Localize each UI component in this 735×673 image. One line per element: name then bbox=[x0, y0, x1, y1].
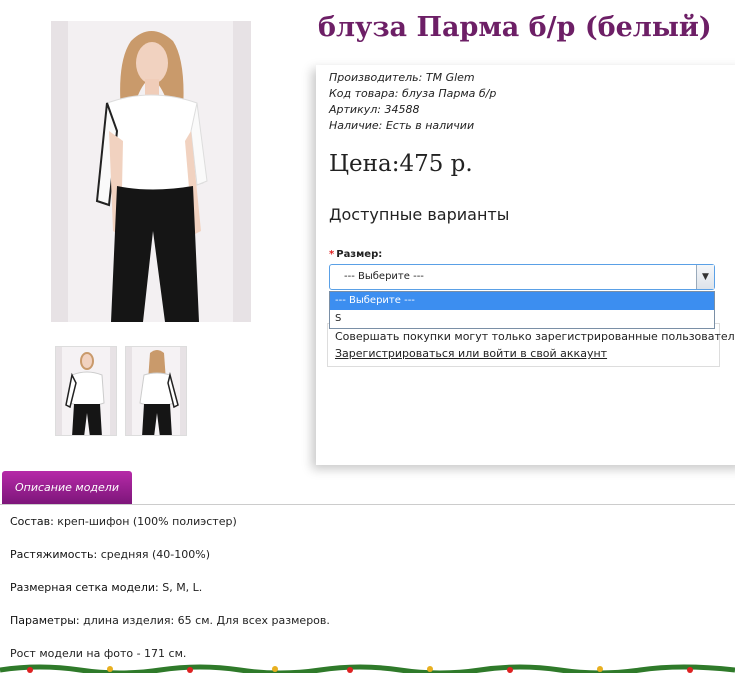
size-option[interactable]: --- Выберите --- bbox=[330, 292, 714, 310]
size-label: * Размер: bbox=[329, 249, 383, 260]
product-thumbnail-1[interactable] bbox=[55, 346, 117, 436]
christmas-garland-decoration bbox=[0, 660, 735, 673]
notice-message: Совершать покупки могут только зарегистр… bbox=[335, 330, 735, 343]
product-main-image[interactable] bbox=[51, 21, 251, 322]
size-select[interactable]: --- Выберите --- ▼ bbox=[329, 264, 715, 290]
register-login-link[interactable]: Зарегистрироваться или войти в свой акка… bbox=[335, 347, 607, 360]
product-meta: Производитель: TM Glem Код товара: блуза… bbox=[329, 70, 496, 134]
desc-composition: Состав: креп-шифон (100% полиэстер) bbox=[10, 515, 237, 528]
meta-row-manufacturer: Производитель: TM Glem bbox=[329, 71, 475, 84]
product-price: Цена:475 р. bbox=[329, 151, 473, 177]
tab-divider bbox=[0, 504, 735, 505]
size-option[interactable]: S bbox=[330, 310, 714, 328]
desc-size-grid: Размерная сетка модели: S, M, L. bbox=[10, 581, 203, 594]
product-title: блуза Парма б/р (белый) bbox=[318, 12, 712, 43]
desc-model-height: Рост модели на фото - 171 см. bbox=[10, 647, 187, 660]
chevron-down-icon[interactable]: ▼ bbox=[696, 265, 714, 289]
variants-heading: Доступные варианты bbox=[329, 205, 510, 224]
thumbnail-front-image bbox=[65, 352, 105, 435]
meta-row-code: Код товара: блуза Парма б/р bbox=[329, 87, 497, 100]
desc-parameters: Параметры: длина изделия: 65 см. Для все… bbox=[10, 614, 330, 627]
meta-row-article: Артикул: 34588 bbox=[329, 103, 420, 116]
product-info-panel: Производитель: TM Glem Код товара: блуза… bbox=[316, 65, 735, 465]
desc-stretch: Растяжимость: средняя (40-100%) bbox=[10, 548, 211, 561]
meta-row-availability: Наличие: Есть в наличии bbox=[329, 119, 475, 132]
product-thumbnail-2[interactable] bbox=[125, 346, 187, 436]
required-asterisk: * bbox=[329, 249, 335, 260]
size-dropdown-list: --- Выберите --- S bbox=[329, 291, 715, 329]
thumbnail-back-image bbox=[139, 350, 179, 435]
size-select-value: --- Выберите --- bbox=[344, 271, 424, 282]
login-notice: Совершать покупки могут только зарегистр… bbox=[327, 323, 735, 367]
tab-description[interactable]: Описание модели bbox=[2, 471, 132, 504]
model-figure-image bbox=[95, 31, 208, 322]
